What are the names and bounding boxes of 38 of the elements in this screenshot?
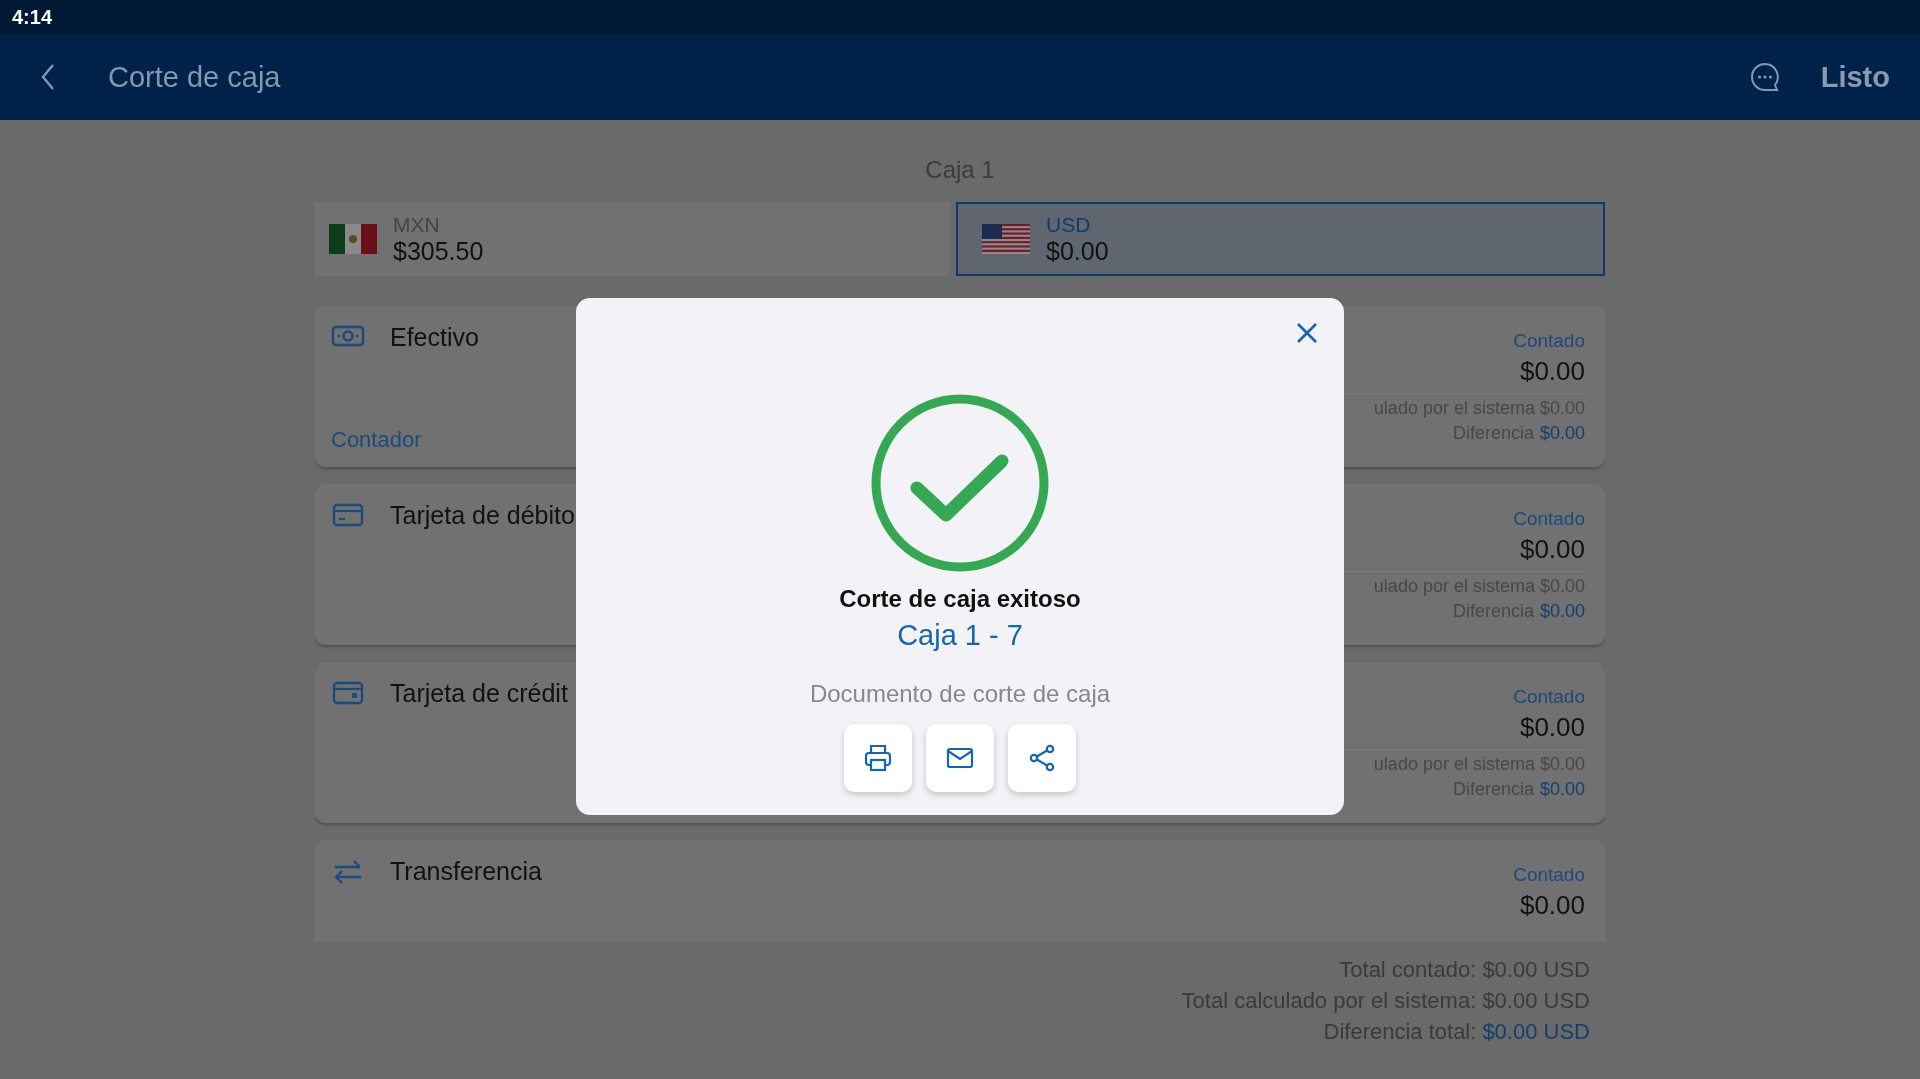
- counted-amount: $0.00: [1519, 356, 1585, 387]
- counted-label: Contado: [1513, 864, 1585, 886]
- close-button[interactable]: [1296, 322, 1318, 344]
- payment-method-name: Tarjeta de crédit: [390, 678, 568, 708]
- success-check-icon: [870, 393, 1050, 573]
- share-button[interactable]: [1008, 724, 1076, 792]
- chat-bubble-icon[interactable]: [1748, 61, 1781, 93]
- back-button[interactable]: [40, 63, 56, 91]
- counted-amount: $0.00: [1519, 712, 1585, 743]
- payment-method-name: Transferencia: [390, 856, 542, 886]
- counted-label: Contado: [1513, 330, 1585, 352]
- currency-amount: $0.00: [1046, 236, 1109, 266]
- close-icon: [1296, 322, 1318, 344]
- email-button[interactable]: [926, 724, 994, 792]
- document-label: Documento de corte de caja: [809, 680, 1111, 708]
- status-time: 4:14: [12, 5, 53, 29]
- print-icon: [862, 742, 894, 774]
- counted-label: Contado: [1513, 686, 1585, 708]
- counted-label: Contado: [1513, 508, 1585, 530]
- flag-icon: [982, 224, 1030, 254]
- payment-method-name: Efectivo: [390, 322, 479, 352]
- currency-code: USD: [1046, 212, 1092, 237]
- print-button[interactable]: [844, 724, 912, 792]
- currency-amount: $305.50: [393, 236, 484, 266]
- done-button[interactable]: Listo: [1820, 60, 1890, 94]
- currency-tab[interactable]: USD $0.00: [956, 202, 1605, 276]
- dialog-title: Corte de caja exitoso: [839, 585, 1081, 613]
- flag-icon: [329, 224, 377, 254]
- payment-method-name: Tarjeta de débito: [390, 500, 575, 530]
- counted-amount: $0.00: [1519, 890, 1585, 921]
- counted-amount: $0.00: [1519, 534, 1585, 565]
- total-value: $0.00 USD: [1482, 1019, 1590, 1045]
- difference-amount: $0.00: [1539, 423, 1585, 444]
- back-chevron-icon: [40, 63, 56, 91]
- register-cut-id: Caja 1 - 7: [897, 619, 1023, 652]
- difference-amount: $0.00: [1539, 779, 1585, 800]
- difference-amount: $0.00: [1539, 601, 1585, 622]
- screen-title: Corte de caja: [108, 60, 281, 94]
